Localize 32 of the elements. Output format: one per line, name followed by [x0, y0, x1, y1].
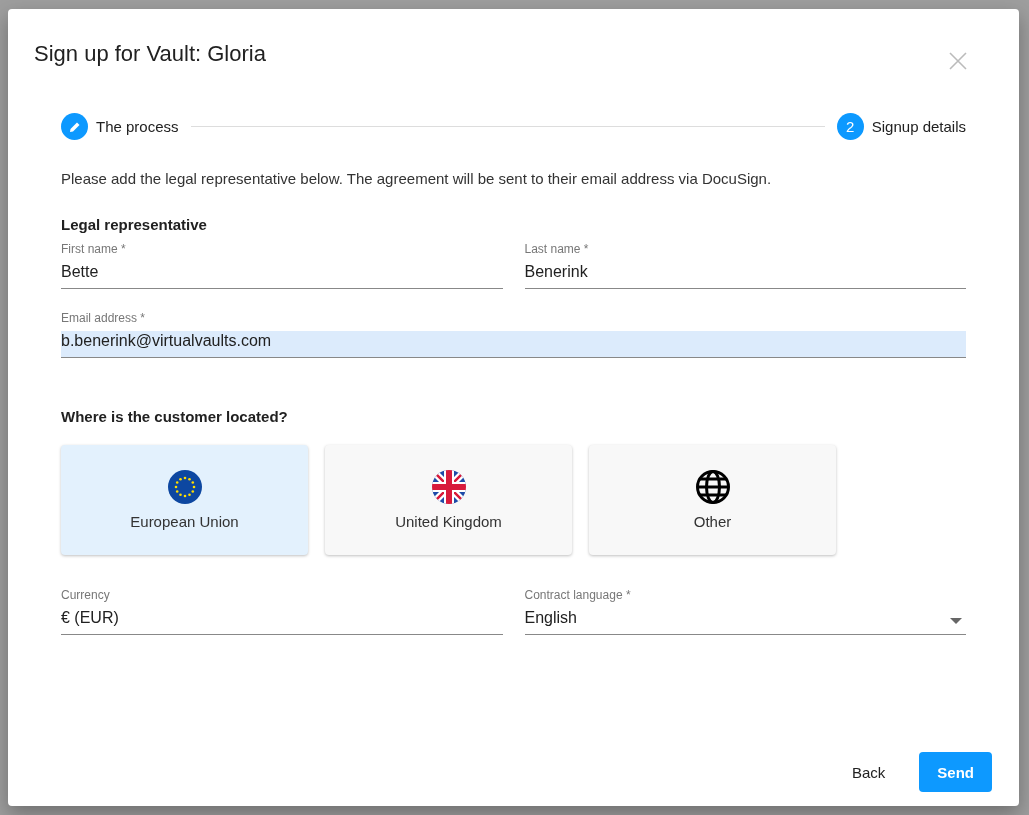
field-label: Currency: [61, 588, 111, 602]
back-button[interactable]: Back: [833, 752, 904, 792]
step-number: 2: [836, 113, 864, 140]
field-label: Last name *: [524, 242, 590, 256]
text-field[interactable]: First name * Bette: [61, 242, 503, 289]
field-value: € (EUR): [61, 608, 120, 628]
dialog-title: Sign up for Vault: Gloria: [34, 41, 266, 67]
text-field[interactable]: Last name * Benerink: [524, 242, 966, 289]
section-title: Where is the customer located?: [61, 408, 289, 425]
pencil-icon: [61, 113, 88, 140]
field-value: Bette: [61, 262, 100, 282]
field-label: First name *: [61, 242, 127, 256]
field-label: Contract language *: [524, 588, 632, 602]
field-value: English: [524, 608, 577, 628]
field-value: b.benerink@virtualvaults.com: [61, 331, 966, 357]
location-option[interactable]: European Union: [61, 445, 308, 555]
location-option[interactable]: Other: [589, 445, 836, 555]
eu-flag-icon: [167, 470, 202, 504]
field-value: Benerink: [524, 262, 589, 282]
globe-icon: [695, 470, 730, 504]
text-field[interactable]: Email address * b.benerink@virtualvaults.com: [61, 311, 966, 358]
dropdown[interactable]: Contract language * English: [524, 588, 966, 635]
step-label: The process: [96, 118, 179, 135]
location-option[interactable]: United Kingdom: [325, 445, 572, 555]
intro-text: Please add the legal representative below. The agreement will be sent to their email address via DocuSign.: [61, 170, 773, 187]
field-label: Email address *: [61, 311, 147, 325]
close-icon[interactable]: [949, 52, 967, 70]
step-label: Signup details: [871, 118, 966, 135]
uk-flag-icon: [431, 470, 466, 504]
caret-icon: [950, 618, 962, 624]
section-title: Legal representative: [61, 216, 208, 233]
text-field[interactable]: Currency € (EUR): [61, 588, 503, 635]
